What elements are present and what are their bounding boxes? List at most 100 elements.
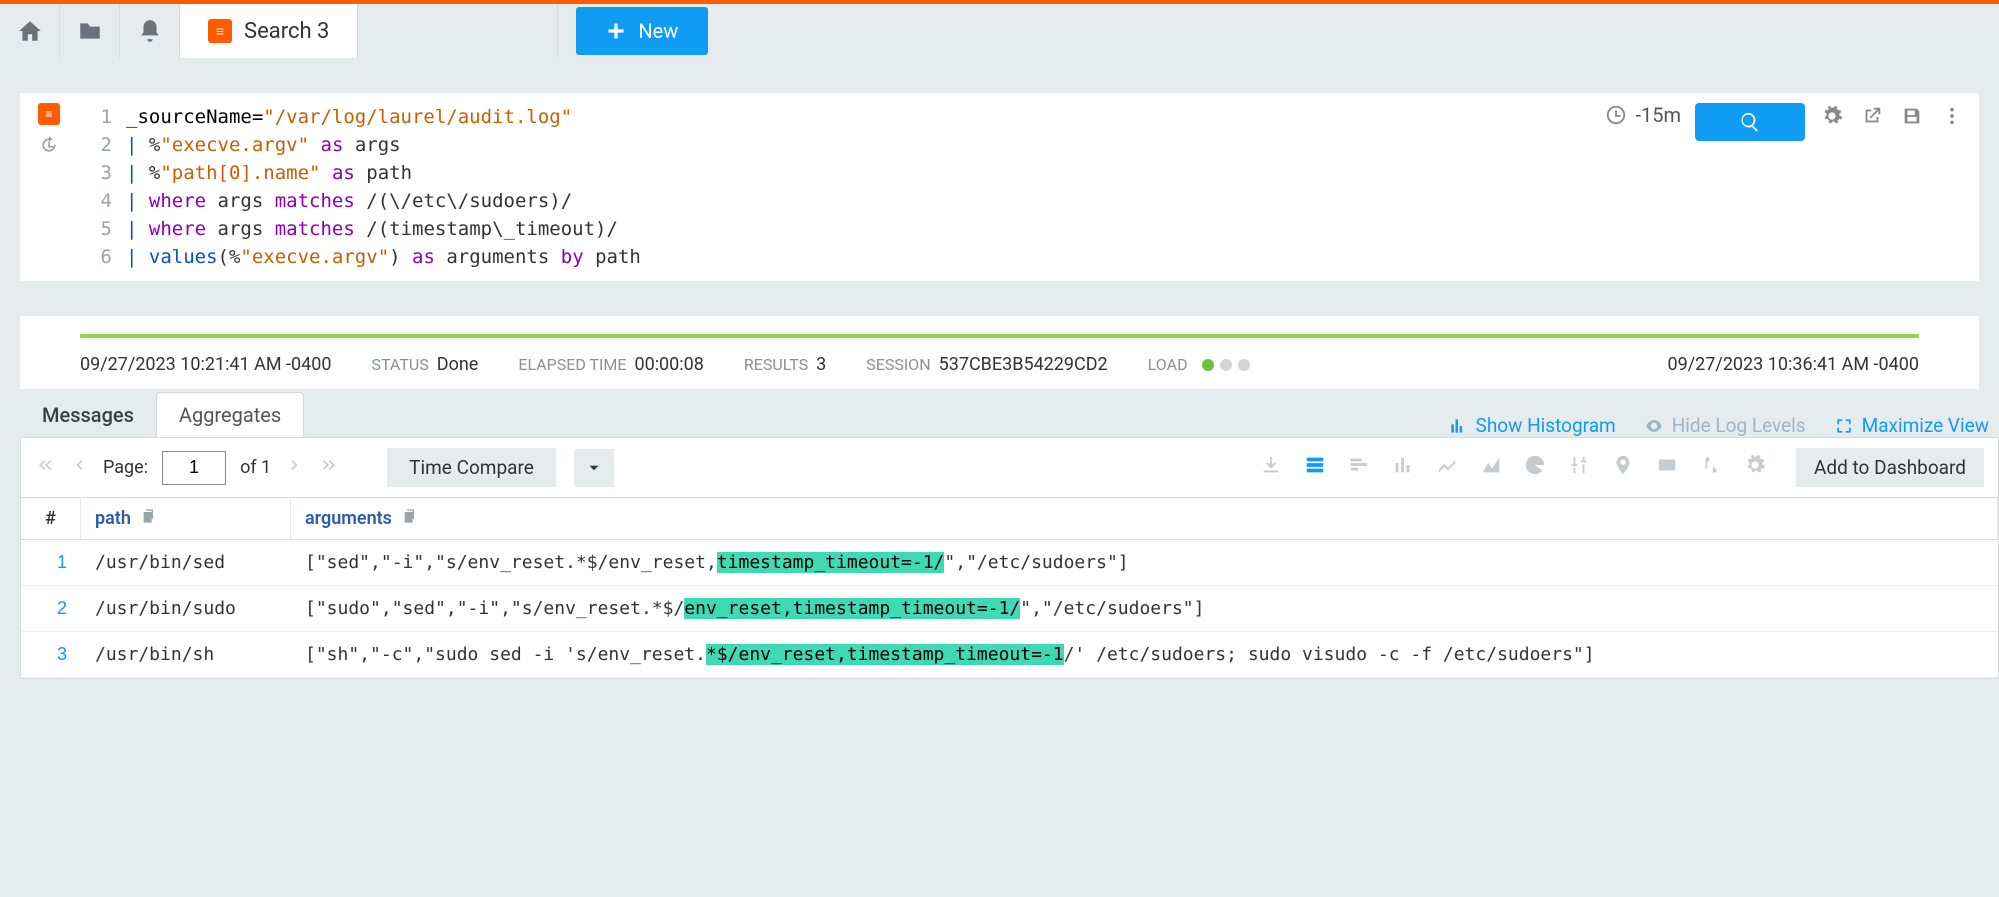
results-label: RESULTS	[744, 355, 808, 374]
maximize-view-button[interactable]: Maximize View	[1834, 414, 1989, 437]
col-header-number[interactable]: #	[21, 498, 81, 539]
add-to-dashboard-button[interactable]: Add to Dashboard	[1796, 448, 1984, 487]
status-label: STATUS	[372, 355, 429, 374]
query-side-controls: ≡	[20, 93, 78, 281]
share-button[interactable]	[1859, 103, 1885, 129]
chevrons-right-icon	[319, 455, 339, 475]
toolbar-gear-button[interactable]	[1744, 454, 1766, 481]
eye-off-icon	[1644, 416, 1664, 436]
chevron-left-icon	[69, 455, 89, 475]
show-histogram-button[interactable]: Show Histogram	[1448, 414, 1616, 437]
status-value: Done	[437, 354, 479, 375]
home-button[interactable]	[0, 4, 60, 58]
first-page-button[interactable]	[35, 455, 55, 480]
tab-messages[interactable]: Messages	[20, 393, 156, 437]
load-label: LOAD	[1148, 355, 1188, 374]
query-history-button[interactable]	[39, 135, 59, 160]
copy-arguments-button[interactable]	[402, 508, 418, 529]
bar-chart-button[interactable]	[1392, 454, 1414, 481]
cell-path: /usr/bin/sed	[81, 540, 291, 585]
query-type-icon[interactable]: ≡	[38, 103, 60, 125]
chevrons-left-icon	[35, 455, 55, 475]
last-page-button[interactable]	[319, 455, 339, 480]
gear-icon	[1821, 105, 1843, 127]
bell-icon	[137, 18, 163, 44]
table-view-button[interactable]	[1304, 454, 1326, 481]
area-chart-button[interactable]	[1480, 454, 1502, 481]
load-indicator	[1202, 359, 1250, 371]
line-number-gutter: 123456	[78, 93, 118, 281]
highlight: timestamp_timeout=-1/	[717, 552, 945, 573]
table-row[interactable]: 3 /usr/bin/sh ["sh","-c","sudo sed -i 's…	[21, 632, 1998, 678]
settings-button[interactable]	[1819, 103, 1845, 129]
save-button[interactable]	[1899, 103, 1925, 129]
run-search-button[interactable]	[1695, 103, 1805, 141]
page-of-label: of 1	[240, 457, 271, 478]
time-compare-button[interactable]: Time Compare	[387, 448, 556, 487]
query-action-bar: -15m	[1579, 93, 1979, 281]
search-icon	[1739, 111, 1761, 133]
page-number-input[interactable]	[162, 451, 226, 485]
flow-chart-button[interactable]	[1700, 454, 1722, 481]
cell-path: /usr/bin/sudo	[81, 586, 291, 631]
bar-chart-icon	[1392, 454, 1414, 476]
export-button[interactable]	[1260, 454, 1282, 481]
more-menu-button[interactable]	[1939, 103, 1965, 129]
cell-path: /usr/bin/sh	[81, 632, 291, 677]
elapsed-value: 00:00:08	[634, 354, 703, 375]
query-start-time: 09/27/2023 10:21:41 AM -0400	[80, 354, 332, 375]
pie-chart-button[interactable]	[1524, 454, 1546, 481]
hide-log-levels-button[interactable]: Hide Log Levels	[1644, 414, 1806, 437]
table-row[interactable]: 2 /usr/bin/sudo ["sudo","sed","-i","s/en…	[21, 586, 1998, 632]
results-value: 3	[816, 354, 826, 375]
home-icon	[17, 18, 43, 44]
pager-toolbar: Page: of 1 Time Compare Add to Dashboard	[20, 437, 1999, 497]
sliders-button[interactable]	[1568, 454, 1590, 481]
col-header-arguments[interactable]: arguments	[291, 498, 1998, 539]
open-button[interactable]	[60, 4, 120, 58]
query-editor[interactable]: _sourceName="/var/log/laurel/audit.log" …	[118, 93, 1579, 281]
sliders-icon	[1568, 454, 1590, 476]
histogram-icon	[1448, 416, 1468, 436]
more-vertical-icon	[1941, 105, 1963, 127]
number-icon	[1656, 454, 1678, 476]
line-chart-button[interactable]	[1436, 454, 1458, 481]
tab-aggregates[interactable]: Aggregates	[156, 392, 304, 437]
copy-path-button[interactable]	[141, 508, 157, 529]
new-button[interactable]: New	[576, 7, 708, 55]
history-icon	[39, 135, 59, 155]
time-range-picker[interactable]: -15m	[1605, 103, 1681, 127]
next-page-button[interactable]	[285, 455, 305, 480]
notifications-button[interactable]	[120, 4, 180, 58]
flow-icon	[1700, 454, 1722, 476]
save-icon	[1901, 105, 1923, 127]
share-icon	[1861, 105, 1883, 127]
search-tab-title: Search 3	[244, 19, 329, 44]
folder-icon	[77, 18, 103, 44]
bar-horizontal-button[interactable]	[1348, 454, 1370, 481]
table-row[interactable]: 1 /usr/bin/sed ["sed","-i","s/env_reset.…	[21, 540, 1998, 586]
area-chart-icon	[1480, 454, 1502, 476]
new-button-label: New	[638, 19, 678, 43]
results-table: # path arguments 1 /usr/bin/sed ["sed","…	[20, 497, 1999, 679]
time-range-value: -15m	[1635, 103, 1681, 127]
time-compare-dropdown[interactable]	[574, 449, 614, 487]
tab-spacer	[358, 4, 558, 58]
row-number: 2	[21, 586, 81, 631]
progress-line	[80, 334, 1919, 338]
clock-icon	[1605, 104, 1627, 126]
copy-icon	[141, 508, 157, 524]
elapsed-label: ELAPSED TIME	[518, 355, 626, 374]
highlight: env_reset,timestamp_timeout=-1/	[684, 598, 1020, 619]
query-end-time: 09/27/2023 10:36:41 AM -0400	[1668, 354, 1920, 375]
prev-page-button[interactable]	[69, 455, 89, 480]
map-pin-button[interactable]	[1612, 454, 1634, 481]
col-header-path[interactable]: path	[81, 498, 291, 539]
search-tab[interactable]: ≡ Search 3	[180, 4, 358, 58]
number-display-button[interactable]	[1656, 454, 1678, 481]
chevron-down-icon	[585, 459, 603, 477]
copy-icon	[402, 508, 418, 524]
query-panel: ≡ 123456 _sourceName="/var/log/laurel/au…	[20, 93, 1979, 281]
pie-chart-icon	[1524, 454, 1546, 476]
map-pin-icon	[1612, 454, 1634, 476]
